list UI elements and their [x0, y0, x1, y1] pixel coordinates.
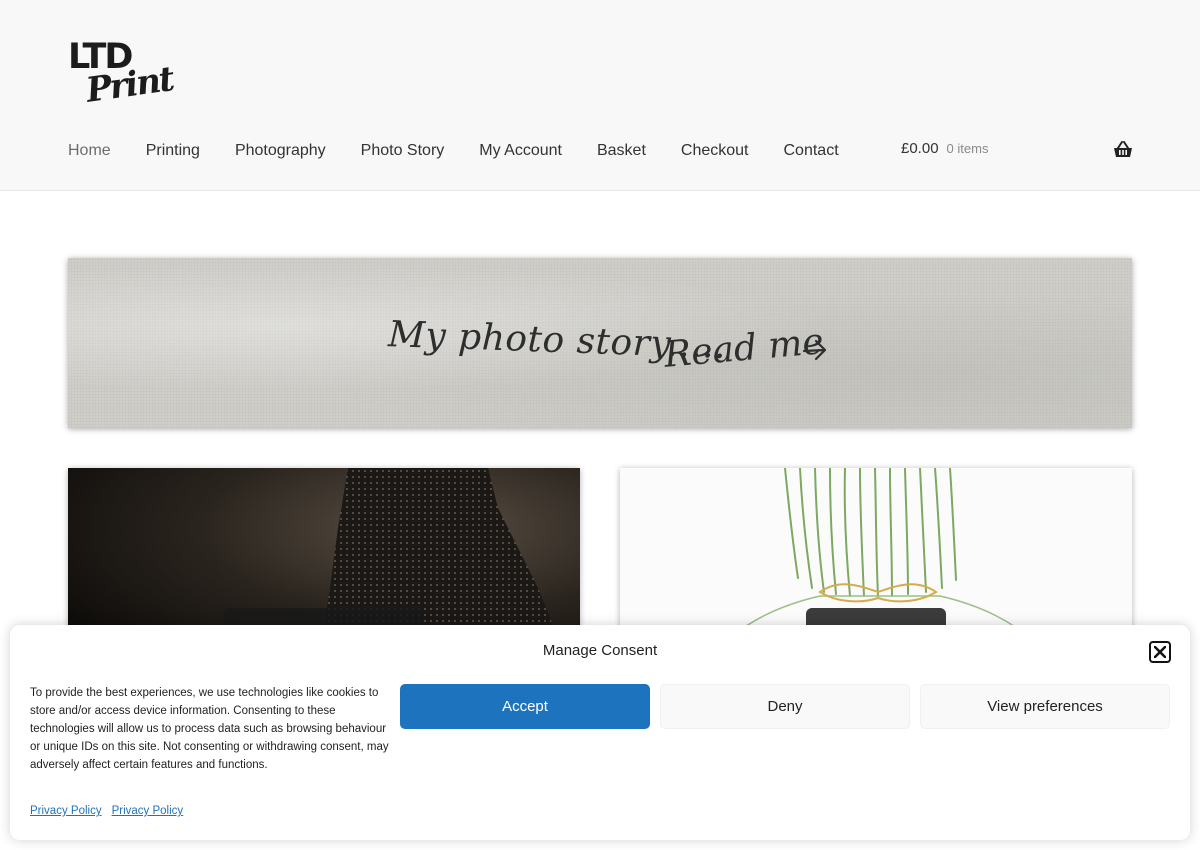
nav-photo-story[interactable]: Photo Story: [361, 142, 445, 160]
privacy-policy-link[interactable]: Privacy Policy: [30, 805, 102, 817]
arrow-right-icon: [802, 339, 827, 361]
nav-photography[interactable]: Photography: [235, 142, 326, 160]
cart-amount: £0.00: [901, 140, 939, 157]
site-header: LTD Print Home Printing Photography Phot…: [0, 0, 1200, 191]
basket-icon[interactable]: [1113, 141, 1133, 159]
nav-contact[interactable]: Contact: [784, 142, 839, 160]
privacy-policy-link-2[interactable]: Privacy Policy: [112, 805, 184, 817]
cookie-consent-dialog: Manage Consent To provide the best exper…: [10, 625, 1190, 840]
view-preferences-button[interactable]: View preferences: [920, 684, 1170, 729]
deny-button[interactable]: Deny: [660, 684, 910, 729]
nav-checkout[interactable]: Checkout: [681, 142, 749, 160]
main-navigation: Home Printing Photography Photo Story My…: [68, 138, 874, 164]
consent-links: Privacy Policy Privacy Policy: [30, 805, 193, 817]
logo-text-print: Print: [83, 59, 176, 111]
nav-my-account[interactable]: My Account: [479, 142, 562, 160]
photo-story-banner[interactable]: My photo story..... Read me: [68, 258, 1132, 428]
close-icon[interactable]: [1149, 641, 1171, 663]
accept-button[interactable]: Accept: [400, 684, 650, 729]
nav-basket[interactable]: Basket: [597, 142, 646, 160]
cart-item-count: 0 items: [946, 141, 989, 156]
nav-home[interactable]: Home: [68, 142, 111, 160]
consent-description: To provide the best experiences, we use …: [30, 687, 389, 771]
nav-printing[interactable]: Printing: [146, 142, 200, 160]
consent-title: Manage Consent: [542, 642, 658, 659]
cart-summary-link[interactable]: £0.00 0 items: [901, 140, 988, 157]
site-logo[interactable]: LTD Print: [68, 40, 178, 114]
